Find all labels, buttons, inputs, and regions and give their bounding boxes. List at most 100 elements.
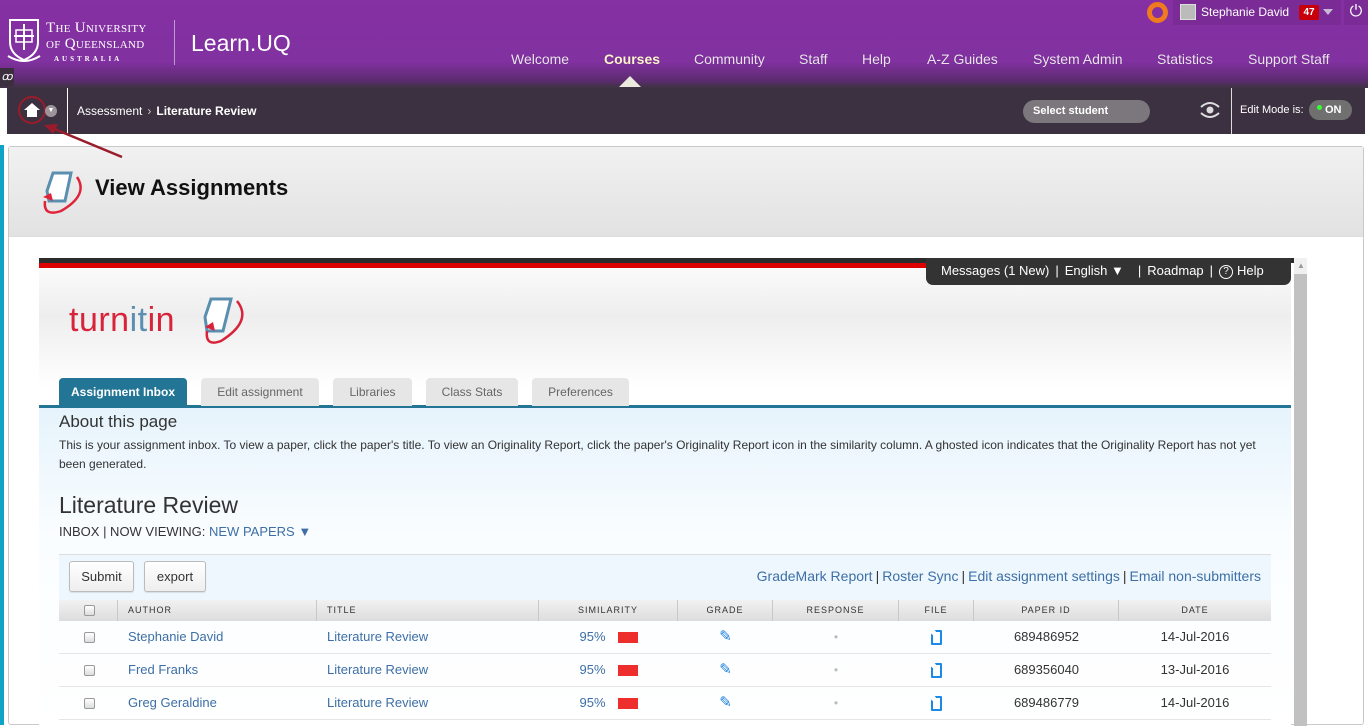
nav-staff[interactable]: Staff bbox=[799, 51, 828, 67]
edit-assignment-settings-link[interactable]: Edit assignment settings bbox=[968, 568, 1120, 584]
nav-help[interactable]: Help bbox=[862, 51, 891, 67]
response-cell: • bbox=[833, 630, 839, 644]
similarity-report-icon[interactable] bbox=[617, 698, 638, 710]
column-header-author[interactable]: AUTHOR bbox=[118, 600, 317, 621]
similarity-score[interactable]: 95% bbox=[579, 629, 605, 644]
help-link[interactable]: ? Help bbox=[1219, 263, 1264, 279]
author-link[interactable]: Greg Geraldine bbox=[118, 687, 217, 719]
messages-link[interactable]: Messages (1 New) bbox=[941, 263, 1049, 278]
column-header-title[interactable]: TITLE bbox=[317, 600, 539, 621]
file-cell bbox=[899, 687, 974, 719]
tab-libraries[interactable]: Libraries bbox=[333, 378, 412, 406]
author-link[interactable]: Stephanie David bbox=[118, 621, 223, 653]
row-select-cell bbox=[59, 621, 118, 653]
scroll-up-arrow-icon[interactable]: ▲ bbox=[1294, 258, 1307, 274]
breadcrumb-item-assessment[interactable]: Assessment bbox=[77, 104, 142, 118]
file-icon[interactable] bbox=[931, 696, 942, 712]
grade-cell: ✎ bbox=[678, 654, 773, 686]
notification-badge[interactable]: 47 bbox=[1299, 5, 1319, 20]
separator: | bbox=[875, 568, 880, 584]
row-select-cell bbox=[59, 687, 118, 719]
nav-welcome[interactable]: Welcome bbox=[511, 51, 569, 67]
author-link[interactable]: Fred Franks bbox=[118, 654, 198, 686]
similarity-score[interactable]: 95% bbox=[579, 695, 605, 710]
similarity-score[interactable]: 95% bbox=[579, 662, 605, 677]
app-title[interactable]: Learn.UQ bbox=[191, 30, 291, 57]
nav-system-admin[interactable]: System Admin bbox=[1033, 51, 1122, 67]
column-header-file[interactable]: FILE bbox=[899, 600, 974, 621]
about-text: This is your assignment inbox. To view a… bbox=[59, 438, 1256, 471]
similarity-cell[interactable]: 95% bbox=[539, 654, 678, 686]
similarity-cell[interactable]: 95% bbox=[539, 621, 678, 653]
file-icon[interactable] bbox=[931, 630, 942, 646]
column-header-grade[interactable]: GRADE bbox=[678, 600, 773, 621]
chevron-down-icon[interactable] bbox=[1323, 9, 1333, 15]
pencil-icon[interactable]: ✎ bbox=[719, 628, 732, 645]
nav-support-staff[interactable]: Support Staff bbox=[1248, 51, 1329, 67]
now-viewing: INBOX | NOW VIEWING: NEW PAPERS ▼ bbox=[59, 524, 311, 539]
avatar[interactable] bbox=[1180, 4, 1196, 20]
row-checkbox[interactable] bbox=[84, 665, 95, 676]
response-cell: • bbox=[833, 696, 839, 710]
edit-mode-value: ON bbox=[1325, 104, 1342, 116]
chevron-down-icon[interactable]: ▼ bbox=[45, 105, 57, 117]
turnitin-logo-icon bbox=[203, 297, 244, 344]
scrollbar-thumb[interactable] bbox=[1294, 274, 1307, 726]
tab-edit-assignment[interactable]: Edit assignment bbox=[201, 378, 319, 406]
roster-sync-link[interactable]: Roster Sync bbox=[882, 568, 958, 584]
row-checkbox[interactable] bbox=[84, 632, 95, 643]
tab-class-stats[interactable]: Class Stats bbox=[426, 378, 518, 406]
student-preview-icon[interactable] bbox=[1198, 101, 1222, 121]
frame-scrollbar[interactable]: ▲ bbox=[1294, 258, 1307, 726]
table-row: Fred Franks Literature Review 95% ✎ • 68… bbox=[59, 654, 1271, 687]
breadcrumb-separator: › bbox=[147, 104, 152, 118]
file-cell bbox=[899, 621, 974, 653]
submit-button[interactable]: Submit bbox=[69, 561, 134, 592]
life-ring-icon[interactable] bbox=[1147, 2, 1168, 23]
similarity-cell[interactable]: 95% bbox=[539, 687, 678, 719]
help-label: Help bbox=[1237, 263, 1264, 278]
row-checkbox[interactable] bbox=[84, 698, 95, 709]
language-dropdown[interactable]: English ▼ bbox=[1065, 263, 1124, 278]
column-header-response[interactable]: RESPONSE bbox=[773, 600, 899, 621]
chain-icon[interactable]: ꝏ bbox=[0, 68, 14, 86]
paper-title-link[interactable]: Literature Review bbox=[317, 687, 428, 719]
select-student-dropdown[interactable]: Select student bbox=[1023, 100, 1150, 123]
user-name[interactable]: Stephanie David bbox=[1201, 5, 1289, 19]
nav-courses[interactable]: Courses bbox=[604, 51, 660, 67]
paper-id: 689486952 bbox=[1013, 629, 1080, 644]
power-icon[interactable]: ⏻ bbox=[1344, 0, 1368, 25]
paper-title-link[interactable]: Literature Review bbox=[317, 621, 428, 653]
email-non-submitters-link[interactable]: Email non-submitters bbox=[1130, 568, 1262, 584]
tab-preferences[interactable]: Preferences bbox=[532, 378, 629, 406]
similarity-report-icon[interactable] bbox=[617, 665, 638, 677]
pencil-icon[interactable]: ✎ bbox=[719, 661, 732, 678]
nav-az-guides[interactable]: A-Z Guides bbox=[927, 51, 998, 67]
pencil-icon[interactable]: ✎ bbox=[719, 694, 732, 711]
breadcrumb-divider bbox=[67, 88, 68, 134]
uq-logo[interactable]: The University of Queensland AUSTRALIA bbox=[6, 18, 166, 66]
column-header-date[interactable]: DATE bbox=[1119, 600, 1271, 621]
paper-id: 689356040 bbox=[1013, 662, 1080, 677]
viewing-filter-dropdown[interactable]: NEW PAPERS ▼ bbox=[209, 524, 311, 539]
select-all-checkbox[interactable] bbox=[84, 605, 95, 616]
column-header-paper-id[interactable]: PAPER ID bbox=[974, 600, 1119, 621]
turnitin-assignment-icon bbox=[43, 171, 82, 214]
about-title: About this page bbox=[59, 412, 178, 431]
separator: | bbox=[1122, 568, 1127, 584]
tab-assignment-inbox[interactable]: Assignment Inbox bbox=[59, 378, 187, 406]
file-icon[interactable] bbox=[931, 663, 942, 679]
edit-mode-toggle[interactable]: ON bbox=[1309, 100, 1352, 120]
export-button[interactable]: export bbox=[144, 561, 206, 592]
separator: | bbox=[1055, 263, 1059, 278]
nav-statistics[interactable]: Statistics bbox=[1157, 51, 1213, 67]
column-header-similarity[interactable]: SIMILARITY bbox=[539, 600, 678, 621]
table-row: Stephanie David Literature Review 95% ✎ … bbox=[59, 621, 1271, 654]
similarity-report-icon[interactable] bbox=[617, 632, 638, 644]
roadmap-link[interactable]: Roadmap bbox=[1147, 263, 1203, 278]
viewing-label: INBOX | NOW VIEWING: bbox=[59, 524, 209, 539]
nav-community[interactable]: Community bbox=[694, 51, 765, 67]
paper-title-link[interactable]: Literature Review bbox=[317, 654, 428, 686]
grademark-report-link[interactable]: GradeMark Report bbox=[757, 568, 873, 584]
home-icon[interactable] bbox=[18, 96, 46, 124]
